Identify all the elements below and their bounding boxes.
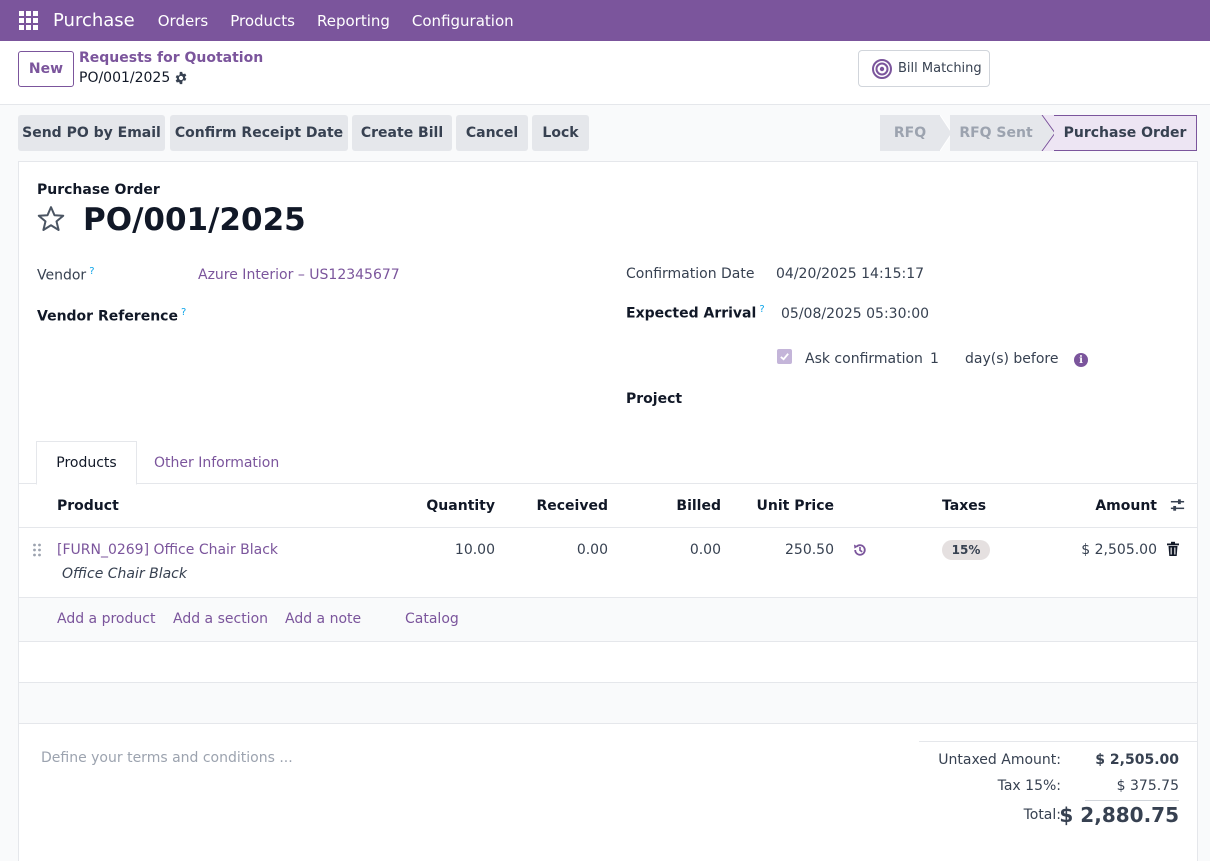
catalog-link[interactable]: Catalog xyxy=(405,611,459,627)
new-button[interactable]: New xyxy=(18,51,74,87)
untaxed-amount-value: $ 2,505.00 xyxy=(1095,752,1179,768)
add-line-row: Add a product Add a section Add a note C… xyxy=(19,598,1197,642)
reminder-days-field[interactable]: 1 xyxy=(930,351,939,367)
totals-divider xyxy=(1085,800,1179,801)
drag-handle-icon[interactable] xyxy=(32,542,42,558)
table-row[interactable]: [FURN_0269] Office Chair Black Office Ch… xyxy=(19,528,1197,598)
vendor-reference-label: Vendor Reference? xyxy=(37,307,187,325)
tax-label: Tax 15%: xyxy=(997,778,1061,794)
expected-arrival-label: Expected Arrival? xyxy=(626,304,765,322)
create-bill-button[interactable]: Create Bill xyxy=(352,115,452,151)
column-product[interactable]: Product xyxy=(57,498,119,514)
confirm-receipt-date-button[interactable]: Confirm Receipt Date xyxy=(170,115,348,151)
confirmation-date-label: Confirmation Date xyxy=(626,266,755,282)
column-received[interactable]: Received xyxy=(508,498,608,514)
reminder-days-suffix: day(s) before xyxy=(965,351,1059,367)
untaxed-amount-label: Untaxed Amount: xyxy=(938,752,1061,768)
bill-matching-label: Bill Matching xyxy=(898,61,982,76)
bill-matching-button[interactable]: Bill Matching xyxy=(858,50,990,87)
menu-configuration[interactable]: Configuration xyxy=(412,12,514,30)
menu-reporting[interactable]: Reporting xyxy=(317,12,390,30)
apps-menu-icon[interactable] xyxy=(19,10,39,31)
control-panel: New Requests for Quotation PO/001/2025 B… xyxy=(0,41,1210,105)
checkmark-icon xyxy=(780,353,789,361)
help-icon[interactable]: ? xyxy=(759,304,764,315)
column-billed[interactable]: Billed xyxy=(621,498,721,514)
status-arrow-active xyxy=(1041,115,1055,151)
breadcrumb-current: PO/001/2025 xyxy=(79,70,188,86)
column-amount[interactable]: Amount xyxy=(1057,498,1157,514)
notebook-tabs: Products Other Information xyxy=(19,441,1197,485)
help-icon[interactable]: ? xyxy=(181,307,186,318)
line-description[interactable]: Office Chair Black xyxy=(62,566,187,582)
send-po-email-button[interactable]: Send PO by Email xyxy=(18,115,165,151)
record-type-label: Purchase Order xyxy=(37,182,160,198)
cancel-button[interactable]: Cancel xyxy=(456,115,528,151)
empty-row xyxy=(19,683,1197,724)
line-received[interactable]: 0.00 xyxy=(508,542,608,558)
terms-conditions-input[interactable]: Define your terms and conditions ... xyxy=(41,750,293,766)
tab-products[interactable]: Products xyxy=(36,441,137,485)
add-note-link[interactable]: Add a note xyxy=(285,611,361,627)
order-lines-header: Product Quantity Received Billed Unit Pr… xyxy=(19,484,1197,528)
column-settings-icon[interactable] xyxy=(1169,497,1186,514)
column-taxes[interactable]: Taxes xyxy=(942,498,986,514)
tax-badge[interactable]: 15% xyxy=(942,540,990,560)
confirmation-date-field[interactable]: 04/20/2025 14:15:17 xyxy=(776,266,924,282)
info-icon[interactable]: i xyxy=(1074,353,1088,367)
menu-orders[interactable]: Orders xyxy=(158,12,208,30)
tab-other-information[interactable]: Other Information xyxy=(154,441,279,485)
expected-arrival-field[interactable]: 05/08/2025 05:30:00 xyxy=(781,306,929,322)
action-bar: Send PO by Email Confirm Receipt Date Cr… xyxy=(0,115,1210,151)
total-value: $ 2,880.75 xyxy=(1059,803,1179,827)
column-unit-price[interactable]: Unit Price xyxy=(734,498,834,514)
trash-icon[interactable] xyxy=(1166,541,1180,557)
status-rfq[interactable]: RFQ xyxy=(880,115,940,151)
total-label: Total: xyxy=(1023,807,1061,823)
app-name[interactable]: Purchase xyxy=(53,10,135,31)
gear-icon[interactable] xyxy=(174,71,188,85)
line-billed[interactable]: 0.00 xyxy=(621,542,721,558)
breadcrumb-current-label: PO/001/2025 xyxy=(79,70,171,86)
add-section-link[interactable]: Add a section xyxy=(173,611,268,627)
price-history-icon[interactable] xyxy=(852,542,868,558)
column-quantity[interactable]: Quantity xyxy=(395,498,495,514)
menu-products[interactable]: Products xyxy=(230,12,295,30)
vendor-label: Vendor? xyxy=(37,266,95,284)
empty-row xyxy=(19,642,1197,683)
top-navbar: Purchase Orders Products Reporting Confi… xyxy=(0,0,1210,41)
status-purchase-order[interactable]: Purchase Order xyxy=(1054,115,1197,151)
line-amount: $ 2,505.00 xyxy=(1081,542,1157,558)
target-icon xyxy=(872,58,892,79)
lock-button[interactable]: Lock xyxy=(532,115,589,151)
project-label: Project xyxy=(626,391,683,407)
breadcrumb-parent[interactable]: Requests for Quotation xyxy=(79,50,263,66)
status-rfq-sent[interactable]: RFQ Sent xyxy=(950,115,1042,151)
star-icon[interactable] xyxy=(36,204,66,234)
record-title: PO/001/2025 xyxy=(83,202,306,238)
line-unit-price[interactable]: 250.50 xyxy=(734,542,834,558)
line-product[interactable]: [FURN_0269] Office Chair Black xyxy=(57,542,278,558)
help-icon[interactable]: ? xyxy=(89,266,94,277)
add-product-link[interactable]: Add a product xyxy=(57,611,155,627)
form-sheet: Purchase Order PO/001/2025 Vendor? Azure… xyxy=(18,161,1198,861)
vendor-field[interactable]: Azure Interior – US12345677 xyxy=(198,267,400,283)
totals-summary: Untaxed Amount: $ 2,505.00 Tax 15%: $ 37… xyxy=(919,741,1197,827)
ask-confirmation-label: Ask confirmation xyxy=(805,351,923,367)
tax-value: $ 375.75 xyxy=(1116,778,1179,794)
line-quantity[interactable]: 10.00 xyxy=(395,542,495,558)
ask-confirmation-checkbox[interactable] xyxy=(777,349,792,364)
